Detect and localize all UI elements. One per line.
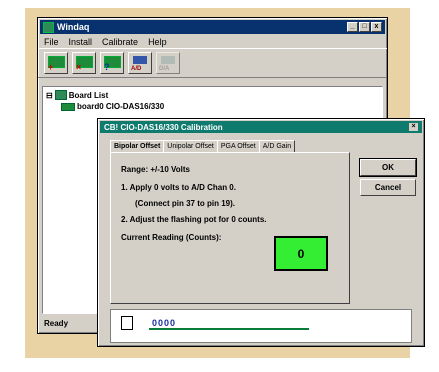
ad-tool-button[interactable]: A/D: [128, 52, 152, 74]
toolbar: + × ? A/D D/A: [38, 48, 387, 78]
close-button[interactable]: x: [371, 22, 382, 32]
tree-root[interactable]: ⊟ Board List: [46, 90, 108, 100]
calibration-tabs: Bipolar Offset Unipolar Offset PGA Offse…: [110, 140, 296, 152]
step2-text: 2. Adjust the flashing pot for 0 counts.: [121, 215, 267, 224]
delete-icon: ×: [76, 62, 82, 72]
dialog-close-button[interactable]: ×: [409, 123, 418, 131]
status-text: Ready: [44, 318, 69, 328]
board-list-icon: [54, 90, 67, 100]
test-board-button[interactable]: ?: [100, 52, 124, 74]
remove-board-button[interactable]: ×: [72, 52, 96, 74]
slider-value: 0000: [152, 318, 177, 328]
connector-icon: [161, 56, 175, 64]
ad-label: A/D: [131, 66, 142, 72]
dialog-title: CB! CIO-DAS16/330 Calibration: [104, 122, 223, 132]
cancel-button[interactable]: Cancel: [360, 179, 416, 196]
maximize-button[interactable]: □: [359, 22, 370, 32]
collapse-icon: ⊟: [46, 90, 53, 100]
board-icon: [61, 102, 75, 111]
dialog-titlebar: CB! CIO-DAS16/330 Calibration ×: [100, 121, 422, 133]
tab-bipolar-offset[interactable]: Bipolar Offset: [110, 140, 165, 152]
calibration-dialog: CB! CIO-DAS16/330 Calibration × Bipolar …: [97, 118, 425, 347]
menubar: File Install Calibrate Help: [38, 36, 387, 48]
tree-root-label: Board List: [68, 90, 109, 100]
minimize-button[interactable]: _: [347, 22, 358, 32]
tab-ad-gain[interactable]: A/D Gain: [258, 140, 296, 152]
app-icon: [43, 21, 54, 33]
connector-icon: [133, 56, 147, 64]
counts-slider-panel: 0000: [110, 309, 412, 343]
menu-install[interactable]: Install: [69, 37, 93, 47]
gauge-icon: [121, 316, 133, 330]
ok-button[interactable]: OK: [360, 159, 416, 176]
menu-help[interactable]: Help: [148, 37, 167, 47]
step1b-text: (Connect pin 37 to pin 19).: [135, 199, 236, 208]
range-text: Range: +/-10 Volts: [121, 165, 190, 174]
current-reading-display: 0: [274, 236, 328, 271]
step1-text: 1. Apply 0 volts to A/D Chan 0.: [121, 183, 236, 192]
reading-label: Current Reading (Counts):: [121, 233, 222, 242]
main-titlebar: Windaq _ □ x: [40, 20, 385, 34]
window-controls: _ □ x: [347, 22, 382, 32]
install-board-button[interactable]: +: [44, 52, 68, 74]
tree-board-item[interactable]: board0 CIO-DAS16/330: [61, 102, 164, 111]
tab-panel: Range: +/-10 Volts 1. Apply 0 volts to A…: [110, 152, 350, 304]
window-title: Windaq: [57, 22, 90, 32]
menu-calibrate[interactable]: Calibrate: [102, 37, 138, 47]
tab-pga-offset[interactable]: PGA Offset: [216, 140, 260, 152]
menu-file[interactable]: File: [44, 37, 59, 47]
plus-icon: +: [48, 62, 54, 72]
da-tool-button[interactable]: D/A: [156, 52, 180, 74]
da-label: D/A: [159, 66, 170, 72]
tree-board-label: board0 CIO-DAS16/330: [77, 102, 165, 111]
slider-track[interactable]: [149, 328, 309, 330]
tab-unipolar-offset[interactable]: Unipolar Offset: [163, 140, 218, 152]
help-icon: ?: [104, 62, 110, 72]
